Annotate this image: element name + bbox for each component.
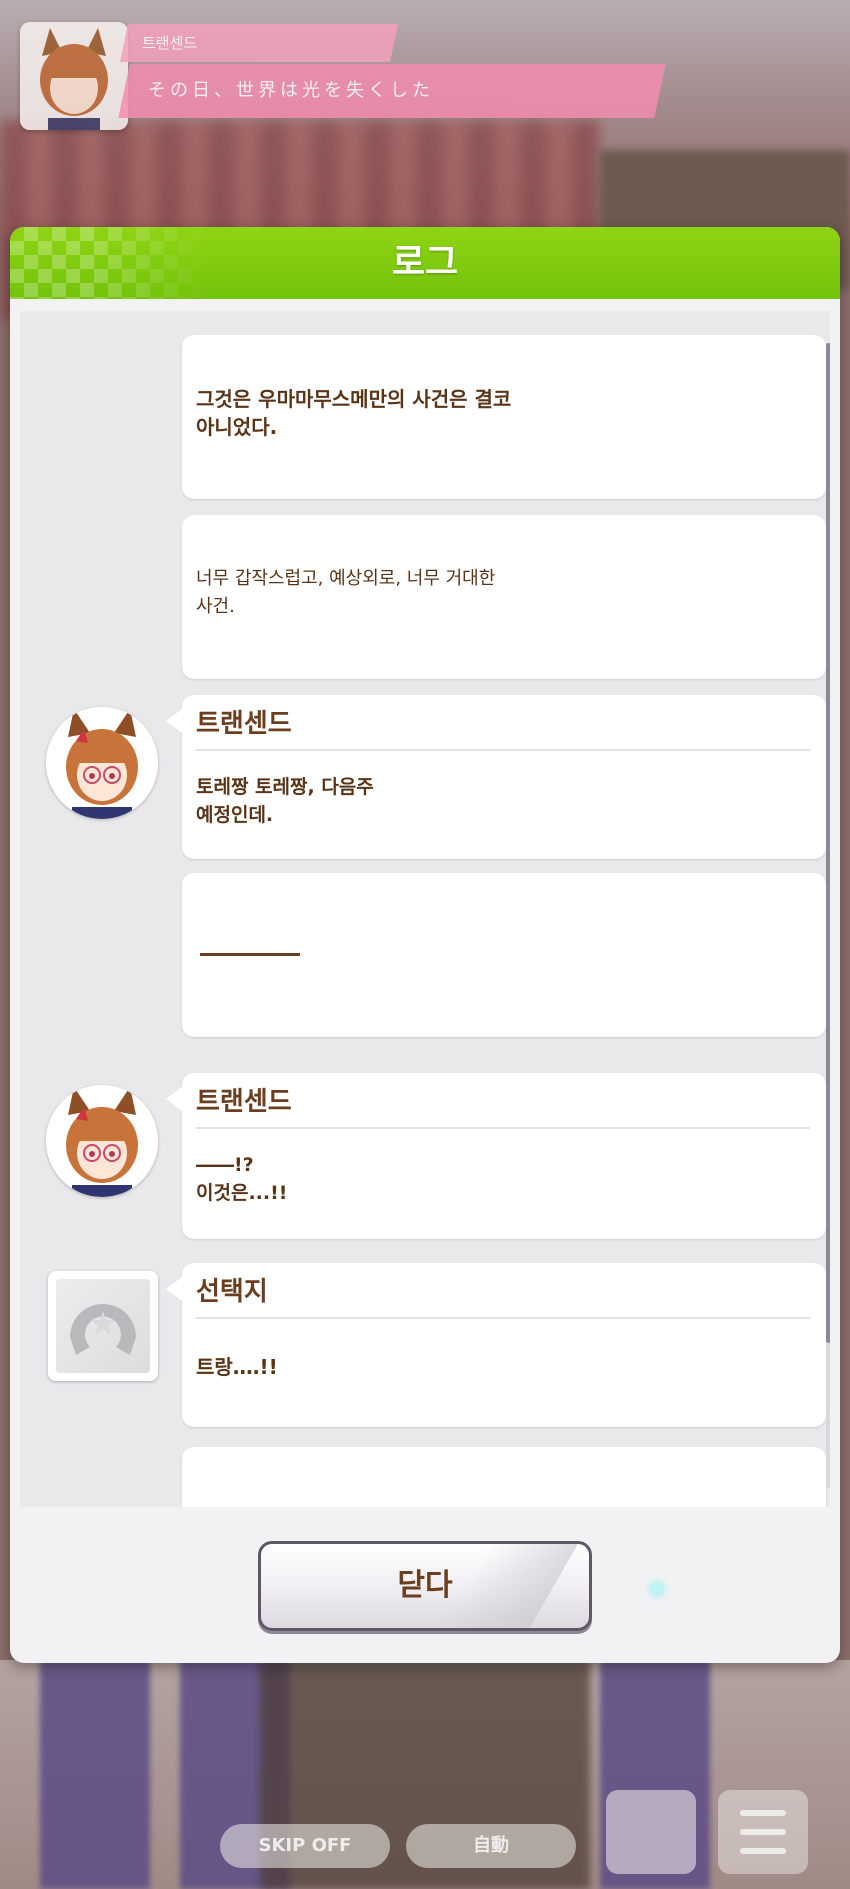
- close-button-label: 닫다: [397, 1568, 453, 1603]
- top-speaker-avatar: [20, 22, 128, 130]
- log-entry-text: 트랑‥‥!!: [196, 1355, 278, 1379]
- speaker-portrait: [46, 1085, 158, 1197]
- speaker-portrait: [46, 707, 158, 819]
- sparkle-effect: [650, 1582, 664, 1596]
- log-entry-speaker: 선택지: [196, 1269, 810, 1319]
- log-entry-dialogue: 트랜센드 ――!? 이것은...!!: [166, 1073, 826, 1239]
- log-entry-text: 토레짱 토레짱, 다음주 예정인데.: [196, 776, 374, 826]
- log-entry-narration: 너무 갑작스럽고, 예상외로, 너무 거대한 사건.: [182, 515, 826, 679]
- auto-button-label: 自動: [473, 1835, 509, 1856]
- auto-play-icon[interactable]: [606, 1790, 696, 1874]
- log-entry-dash: [200, 953, 300, 956]
- log-entry-speaker: 트랜센드: [196, 701, 810, 751]
- top-speaker-name: 트랜센드: [142, 34, 198, 52]
- log-entry-dialogue: 트랜센드 토레짱 토레짱, 다음주 예정인데.: [166, 695, 826, 859]
- log-entry-text: 그것은 우마마무스메만의 사건은 결코 아니었다.: [196, 387, 512, 439]
- log-title: 로그: [391, 242, 459, 283]
- log-entry-partial: [182, 1447, 826, 1507]
- top-dialog-text: その日、世界は光を失くした: [148, 80, 434, 101]
- log-entry-narration: 그것은 우마마무스메만의 사건은 결코 아니었다.: [182, 335, 826, 499]
- horseshoe-icon: [70, 1304, 136, 1355]
- choice-icon: [48, 1271, 158, 1381]
- skip-button[interactable]: SKIP OFF: [220, 1824, 390, 1868]
- log-entry-text: 너무 갑작스럽고, 예상외로, 너무 거대한 사건.: [196, 568, 496, 617]
- hamburger-menu-icon[interactable]: [718, 1790, 808, 1874]
- log-list[interactable]: 그것은 우마마무스메만의 사건은 결코 아니었다. 너무 갑작스럽고, 예상외로…: [20, 311, 830, 1507]
- top-speaker-name-strip: 트랜센드: [119, 24, 399, 62]
- top-dialog-text-strip: その日、世界は光を失くした: [118, 64, 666, 118]
- log-entry-narration: ――――: [182, 873, 826, 1037]
- close-button[interactable]: 닫다: [258, 1541, 592, 1631]
- auto-button[interactable]: 自動: [406, 1824, 576, 1868]
- skip-button-label: SKIP OFF: [258, 1835, 352, 1856]
- log-entry-text: ――!? 이것은...!!: [196, 1154, 288, 1204]
- log-entry-speaker: 트랜센드: [196, 1079, 810, 1129]
- log-header: 로그: [10, 227, 840, 299]
- scrollbar-thumb[interactable]: [826, 343, 830, 1343]
- log-panel: 로그 그것은 우마마무스메만의 사건은 결코 아니었다. 너무 갑작스럽고, 예…: [10, 227, 840, 1663]
- log-entry-choice: 선택지 트랑‥‥!!: [166, 1263, 826, 1427]
